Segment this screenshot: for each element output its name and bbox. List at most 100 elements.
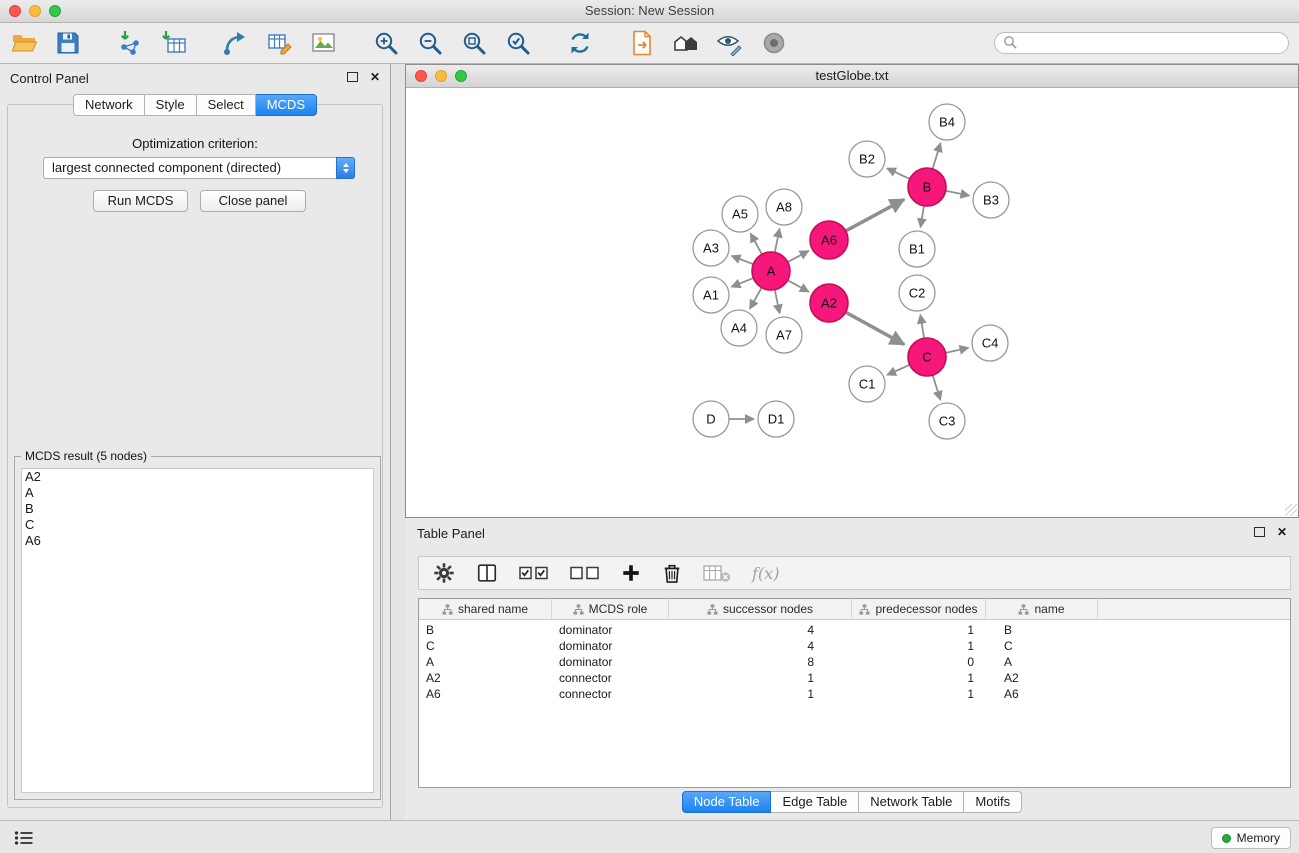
float-panel-icon[interactable] [347, 72, 358, 82]
export-image-icon[interactable] [308, 27, 340, 59]
zoom-in-icon[interactable] [370, 27, 402, 59]
criterion-dropdown[interactable]: largest connected component (directed) [43, 157, 355, 179]
refresh-icon[interactable] [564, 27, 596, 59]
zoom-network-icon[interactable] [455, 70, 467, 82]
graph-node-A[interactable]: A [752, 252, 790, 290]
task-history-icon[interactable] [12, 829, 36, 847]
graph-node-D[interactable]: D [693, 401, 729, 437]
graph-node-A6[interactable]: A6 [810, 221, 848, 259]
graph-node-A7[interactable]: A7 [766, 317, 802, 353]
column-header-name[interactable]: name [986, 599, 1098, 619]
tab-network-table[interactable]: Network Table [859, 791, 964, 813]
mcds-result-item[interactable]: A [22, 485, 373, 501]
graph-node-C1[interactable]: C1 [849, 366, 885, 402]
column-header-shared-name[interactable]: shared name [419, 599, 552, 619]
mcds-result-item[interactable]: C [22, 517, 373, 533]
close-panel-button[interactable]: Close panel [200, 190, 306, 212]
svg-text:C2: C2 [909, 286, 926, 301]
graph-node-C4[interactable]: C4 [972, 325, 1008, 361]
float-table-panel-icon[interactable] [1254, 527, 1265, 537]
home-pair-icon[interactable] [670, 27, 702, 59]
column-header-predecessor-nodes[interactable]: predecessor nodes [852, 599, 986, 619]
gear-icon[interactable] [433, 559, 455, 587]
graph-edge-A-A8 [775, 229, 780, 253]
column-header-successor-nodes[interactable]: successor nodes [669, 599, 852, 619]
graph-node-B2[interactable]: B2 [849, 141, 885, 177]
network-transform-icon[interactable] [220, 27, 252, 59]
table-row[interactable]: Adominator80A [419, 654, 1290, 670]
import-network-icon[interactable] [114, 27, 146, 59]
graph-node-A5[interactable]: A5 [722, 196, 758, 232]
mcds-result-title: MCDS result (5 nodes) [21, 449, 151, 463]
graph-node-B3[interactable]: B3 [973, 182, 1009, 218]
split-columns-icon[interactable] [476, 559, 498, 587]
zoom-out-icon[interactable] [414, 27, 446, 59]
zoom-fit-icon[interactable] [458, 27, 490, 59]
network-canvas[interactable]: B4 B2 B B3 A8 A5 A6 B1 A3 A C2 A1 A2 A4A7 C4 C C1 D D1 C3 [406, 88, 1298, 517]
close-network-icon[interactable] [415, 70, 427, 82]
table-row[interactable]: Cdominator41C [419, 638, 1290, 654]
add-row-icon[interactable] [621, 559, 641, 587]
graph-node-A1[interactable]: A1 [693, 277, 729, 313]
graph-node-A4[interactable]: A4 [721, 310, 757, 346]
table-row[interactable]: Bdominator41B [419, 622, 1290, 638]
tab-network[interactable]: Network [73, 94, 145, 116]
dropdown-stepper-icon[interactable] [336, 157, 355, 179]
search-box[interactable] [994, 32, 1289, 54]
deselect-all-icon[interactable] [570, 559, 600, 587]
select-all-icon[interactable] [519, 559, 549, 587]
close-table-panel-icon[interactable]: ✕ [1277, 526, 1287, 538]
open-session-icon[interactable] [8, 27, 40, 59]
close-panel-icon[interactable]: ✕ [370, 71, 380, 83]
mcds-result-item[interactable]: B [22, 501, 373, 517]
graph-node-C3[interactable]: C3 [929, 403, 965, 439]
memory-status-icon [1222, 834, 1231, 843]
import-table-icon[interactable] [158, 27, 190, 59]
graph-node-A3[interactable]: A3 [693, 230, 729, 266]
session-title: Session: New Session [0, 0, 1299, 22]
memory-button[interactable]: Memory [1211, 827, 1291, 849]
titlebar: Session: New Session [0, 0, 1299, 23]
run-mcds-button[interactable]: Run MCDS [93, 190, 188, 212]
graph-node-A8[interactable]: A8 [766, 189, 802, 225]
session-doc-icon[interactable] [626, 27, 658, 59]
mcds-result-item[interactable]: A6 [22, 533, 373, 549]
table-row[interactable]: A2connector11A2 [419, 670, 1290, 686]
tab-motifs[interactable]: Motifs [964, 791, 1022, 813]
table-row[interactable]: A6connector11A6 [419, 686, 1290, 702]
zoom-window-icon[interactable] [49, 5, 61, 17]
tab-select[interactable]: Select [197, 94, 256, 116]
graph-node-C2[interactable]: C2 [899, 275, 935, 311]
graph-node-B4[interactable]: B4 [929, 104, 965, 140]
tab-mcds[interactable]: MCDS [256, 94, 317, 116]
graph-edge-B-B1 [921, 206, 924, 228]
save-session-icon[interactable] [52, 27, 84, 59]
minimize-window-icon[interactable] [29, 5, 41, 17]
tab-edge-table[interactable]: Edge Table [771, 791, 859, 813]
column-header-MCDS-role[interactable]: MCDS role [552, 599, 669, 619]
delete-row-icon[interactable] [662, 559, 682, 587]
graph-node-D1[interactable]: D1 [758, 401, 794, 437]
svg-text:A8: A8 [776, 200, 792, 215]
graph-edge-A-A5 [751, 233, 762, 254]
eye-edit-icon[interactable] [714, 27, 746, 59]
control-panel-title: Control Panel [10, 71, 89, 86]
eye-icon[interactable] [758, 27, 790, 59]
tab-style[interactable]: Style [145, 94, 197, 116]
optimization-criterion-label: Optimization criterion: [0, 136, 390, 151]
fx-icon[interactable]: f(x) [752, 559, 779, 587]
close-window-icon[interactable] [9, 5, 21, 17]
resize-grip[interactable] [1285, 504, 1297, 516]
graph-node-A2[interactable]: A2 [810, 284, 848, 322]
graph-node-B1[interactable]: B1 [899, 231, 935, 267]
table-cell: A [986, 655, 1098, 669]
minimize-network-icon[interactable] [435, 70, 447, 82]
graph-node-B[interactable]: B [908, 168, 946, 206]
search-input[interactable] [1022, 35, 1276, 51]
graph-node-C[interactable]: C [908, 338, 946, 376]
edit-table-icon[interactable] [264, 27, 296, 59]
delete-column-icon[interactable] [703, 559, 731, 587]
zoom-selected-icon[interactable] [502, 27, 534, 59]
tab-node-table[interactable]: Node Table [682, 791, 772, 813]
mcds-result-item[interactable]: A2 [22, 469, 373, 485]
